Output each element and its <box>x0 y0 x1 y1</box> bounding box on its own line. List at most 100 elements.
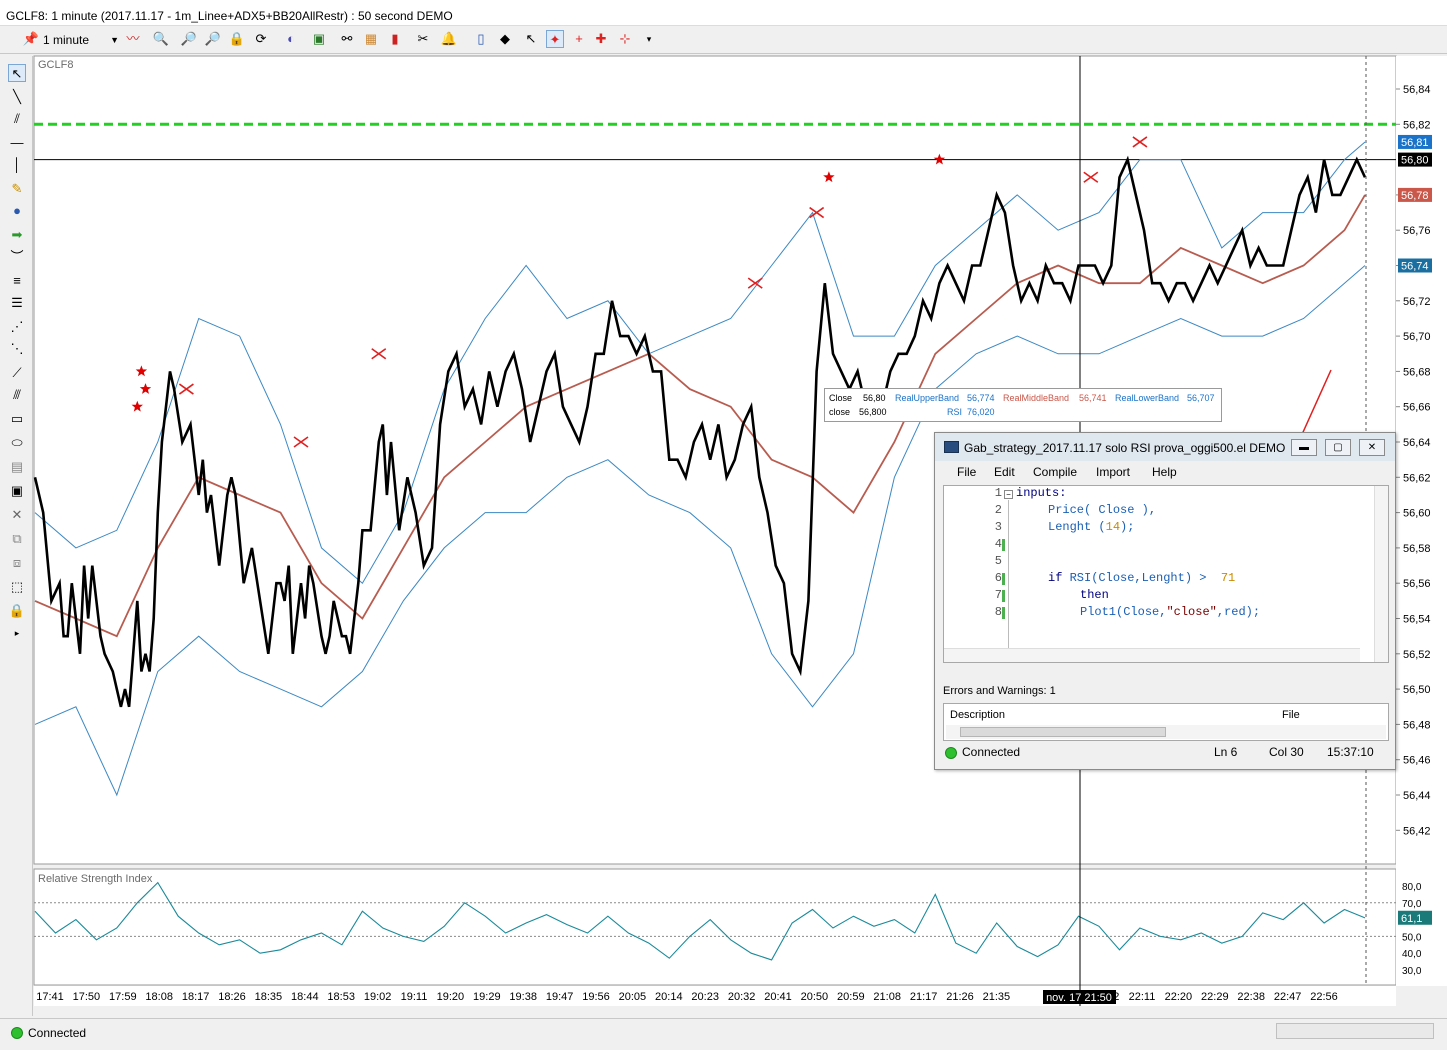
pin-icon[interactable]: 📌 <box>22 30 40 48</box>
lock-icon[interactable]: 🔒 <box>228 30 246 48</box>
interval-select[interactable]: 1 minute ▼ <box>43 30 121 50</box>
time-tick-label: 18:26 <box>218 991 246 1003</box>
errors-hscrollbar[interactable] <box>946 725 1386 739</box>
code-token: ); <box>1120 520 1135 534</box>
zoom-out-icon[interactable]: 🔎 <box>204 30 222 48</box>
code-hscrollbar[interactable] <box>944 648 1360 662</box>
tt-plot-label: close <box>829 407 851 417</box>
crosshair-star-icon[interactable]: ✦ <box>546 30 564 48</box>
line-number: 5 <box>994 554 1002 568</box>
trendline-icon[interactable]: ╲ <box>8 88 26 106</box>
price-tick-label: 56,48 <box>1403 719 1431 731</box>
crosshair-arrow-icon[interactable]: ⊹ <box>616 30 634 48</box>
tt-lower-value: 56,707 <box>1187 393 1215 403</box>
dashed-rect-icon[interactable]: ⬚ <box>8 578 26 596</box>
editor-status-ln: Ln 6 <box>1214 745 1238 759</box>
price-tick-label: 56,82 <box>1403 119 1431 131</box>
scissors-icon[interactable]: ✂ <box>414 30 432 48</box>
menu-file[interactable]: File <box>957 465 976 479</box>
app-statusbar: Connected <box>0 1018 1447 1050</box>
zoom-icon[interactable]: 🔍 <box>152 30 170 48</box>
window-icon[interactable]: ▣ <box>8 482 26 500</box>
maximize-button[interactable]: ▢ <box>1325 439 1351 456</box>
rectangle-icon[interactable]: ▭ <box>8 410 26 428</box>
crosshair-dot-icon[interactable]: ✚ <box>592 30 610 48</box>
price-tick-label: 56,66 <box>1403 402 1431 414</box>
indicator-icon[interactable]: ▣ <box>310 30 328 48</box>
menu-import[interactable]: Import <box>1096 465 1130 479</box>
code-token: Plot1 <box>1080 605 1117 619</box>
price-pane-title: GCLF8 <box>38 59 73 71</box>
note-icon[interactable]: ✎ <box>8 180 26 198</box>
menu-edit[interactable]: Edit <box>994 465 1015 479</box>
code-token: ( Close ), <box>1084 503 1157 517</box>
bell-icon[interactable]: 🔔 <box>440 30 458 48</box>
price-tick-label: 56,56 <box>1403 578 1431 590</box>
price-tick-label: 56,76 <box>1403 225 1431 237</box>
crosshair-icon[interactable]: + <box>570 30 588 48</box>
time-tick-label: 19:11 <box>401 991 428 1003</box>
time-tick-label: 22:20 <box>1165 991 1193 1003</box>
fib-icon[interactable]: ≡ <box>8 272 26 290</box>
app-hscrollbar[interactable] <box>1276 1023 1434 1039</box>
ellipse-icon[interactable]: ⬭ <box>8 434 26 452</box>
chart-style-icon[interactable]: 〰 <box>124 30 142 48</box>
minimize-button[interactable]: ▬ <box>1291 439 1317 456</box>
fold-toggle-icon[interactable]: − <box>1004 490 1013 499</box>
fan-icon[interactable]: ⋰ <box>8 318 26 336</box>
green-arrow-icon[interactable]: ➡ <box>8 226 26 244</box>
line-number: 1 <box>994 486 1002 500</box>
close-button[interactable]: ✕ <box>1359 439 1385 456</box>
time-tick-label: 18:08 <box>145 991 173 1003</box>
color-bars-icon[interactable]: ▦ <box>362 30 380 48</box>
horizontal-line-icon[interactable]: — <box>8 134 26 152</box>
layers-icon[interactable]: ⧈ <box>8 554 26 572</box>
code-token: ,red); <box>1216 605 1261 619</box>
rsi-pane[interactable] <box>33 868 1397 986</box>
code-vscrollbar[interactable] <box>1374 486 1388 662</box>
channel-icon[interactable]: ⫻ <box>8 386 26 404</box>
line-number: 6 <box>994 571 1002 585</box>
lock-tools-icon[interactable]: 🔒 <box>8 602 26 620</box>
bar-chart-icon[interactable]: ▮ <box>386 30 404 48</box>
code-area[interactable]: 1 2 3 4 5 6 7 8 − inputs: Price( Close )… <box>943 485 1389 663</box>
arc-icon[interactable]: ︶ <box>8 248 26 266</box>
time-tick-label: 21:26 <box>946 991 974 1003</box>
globe-icon[interactable]: ◐ <box>282 30 300 48</box>
line-number: 7 <box>994 588 1002 602</box>
vertical-line-icon[interactable]: │ <box>8 156 26 174</box>
menu-help[interactable]: Help <box>1152 465 1177 479</box>
refresh-icon[interactable]: ⟳ <box>252 30 270 48</box>
errors-table[interactable]: Description File <box>943 703 1389 741</box>
menu-compile[interactable]: Compile <box>1033 465 1077 479</box>
time-tick-label: 19:20 <box>437 991 465 1003</box>
time-tick-label: 20:32 <box>728 991 756 1003</box>
editor-titlebar[interactable]: Gab_strategy_2017.11.17 solo RSI prova_o… <box>935 433 1395 461</box>
pitchfork-icon[interactable]: ⋱ <box>8 340 26 358</box>
code-editor-window[interactable]: Gab_strategy_2017.11.17 solo RSI prova_o… <box>934 432 1396 770</box>
hierarchy-icon[interactable]: ⚯ <box>338 30 356 48</box>
delete-icon[interactable]: ✕ <box>8 506 26 524</box>
select-arrow-icon[interactable]: ↖ <box>8 64 26 82</box>
time-tick-label: 19:56 <box>582 991 610 1003</box>
parallel-lines-icon[interactable]: ⫽ <box>8 110 26 128</box>
rsi-tick-label: 80,0 <box>1402 882 1422 893</box>
phone-icon[interactable]: ▯ <box>472 30 490 48</box>
cursor-icon[interactable]: ↖ <box>522 30 540 48</box>
code-token: if <box>1048 571 1063 585</box>
errors-label: Errors and Warnings: 1 <box>943 685 1056 697</box>
tools-overflow-icon[interactable]: ▸ <box>8 624 26 642</box>
fib-ext-icon[interactable]: ☰ <box>8 294 26 312</box>
col-file[interactable]: File <box>1282 709 1300 721</box>
eraser-icon[interactable]: ◆ <box>496 30 514 48</box>
toolbar-overflow-icon[interactable]: ▾ <box>640 30 658 48</box>
crosshair-time-label: nov. 17 21:50 <box>1046 992 1112 1004</box>
zoom-in-icon[interactable]: 🔎 <box>180 30 198 48</box>
change-marker <box>1002 539 1005 551</box>
copy-icon[interactable]: ⧉ <box>8 530 26 548</box>
callout-icon[interactable]: ● <box>8 202 26 220</box>
snapshot-icon[interactable]: ▤ <box>8 458 26 476</box>
gann-icon[interactable]: ⟋ <box>8 364 26 382</box>
col-description[interactable]: Description <box>950 709 1005 721</box>
scroll-thumb[interactable] <box>960 727 1166 737</box>
